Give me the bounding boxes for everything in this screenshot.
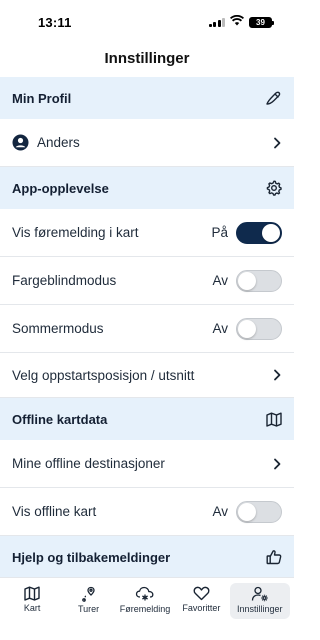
gear-icon[interactable] [266,180,282,196]
tab-label: Føremelding [119,604,171,614]
start-position-row[interactable]: Velg oppstartsposisjon / utsnitt [0,353,294,398]
section-header-offline[interactable]: Offline kartdata [0,398,294,440]
tab-label: Turer [77,604,100,614]
section-header-app[interactable]: App-opplevelse [0,167,294,209]
tab-forecast[interactable]: Føremelding [117,583,173,619]
map-icon [24,586,40,601]
toggle-row-show-forecast[interactable]: Vis føremelding i kart På [0,209,294,257]
toggle-knob [262,223,280,242]
status-bar: 13:11 39 [0,0,294,44]
thumbs-up-icon[interactable] [266,549,282,565]
summer-mode-toggle[interactable] [236,317,282,340]
tab-label: Innstillinger [236,604,283,614]
user-name: Anders [37,135,80,150]
tab-bar: Kart Turer Føremelding Favoritter Innsti… [0,577,294,640]
settings-list: Min Profil Anders App-opplevelse Vis før… [0,77,294,578]
toggle-row-summer-mode[interactable]: Sommermodus Av [0,305,294,353]
row-label: Vis føremelding i kart [12,225,139,240]
colorblind-toggle[interactable] [236,269,282,292]
tab-favorites[interactable]: Favoritter [173,583,229,619]
battery-icon: 39 [249,16,274,28]
user-avatar-icon [12,134,29,151]
row-label: Mine offline destinasjoner [12,456,165,471]
toggle-row-show-offline[interactable]: Vis offline kart Av [0,488,294,536]
cellular-signal-icon [208,17,225,27]
show-offline-toggle[interactable] [236,500,282,523]
show-forecast-toggle[interactable] [236,221,282,244]
heart-icon [193,586,210,601]
tab-settings[interactable]: Innstillinger [229,583,290,619]
chevron-right-icon [272,458,282,470]
map-icon[interactable] [266,412,282,427]
toggle-knob [238,271,256,290]
section-title: App-opplevelse [12,180,109,196]
toggle-row-colorblind[interactable]: Fargeblindmodus Av [0,257,294,305]
route-icon [81,586,97,602]
chevron-right-icon [272,137,282,149]
wifi-icon [229,13,245,31]
tab-trips[interactable]: Turer [61,583,117,619]
row-label: Fargeblindmodus [12,273,117,288]
status-time: 13:11 [38,14,72,30]
chevron-right-icon [272,369,282,381]
tab-label: Favoritter [182,603,221,613]
page-title: Innstillinger [104,50,190,67]
row-label: Velg oppstartsposisjon / utsnitt [12,367,195,383]
row-label: Vis offline kart [12,504,97,519]
section-title: Offline kartdata [12,411,108,427]
toggle-state: Av [212,273,228,288]
tab-map[interactable]: Kart [4,583,60,619]
offline-destinations-row[interactable]: Mine offline destinasjoner [0,440,294,488]
toggle-state: Av [212,504,228,519]
edit-pen-icon[interactable] [264,89,282,107]
toggle-knob [238,502,256,521]
section-title: Min Profil [12,90,72,106]
user-settings-icon [251,586,269,602]
battery-level: 39 [256,17,265,27]
status-icons: 39 [208,13,274,31]
tab-label: Kart [23,603,41,613]
section-header-profile[interactable]: Min Profil [0,77,294,119]
row-label: Sommermodus [12,321,104,336]
section-header-help[interactable]: Hjelp og tilbakemeldinger [0,536,294,578]
snow-cloud-icon [135,586,155,602]
toggle-state: Av [212,321,228,336]
profile-user-row[interactable]: Anders [0,119,294,167]
toggle-knob [238,319,256,338]
section-title: Hjelp og tilbakemeldinger [12,549,171,565]
toggle-state: På [211,225,228,240]
